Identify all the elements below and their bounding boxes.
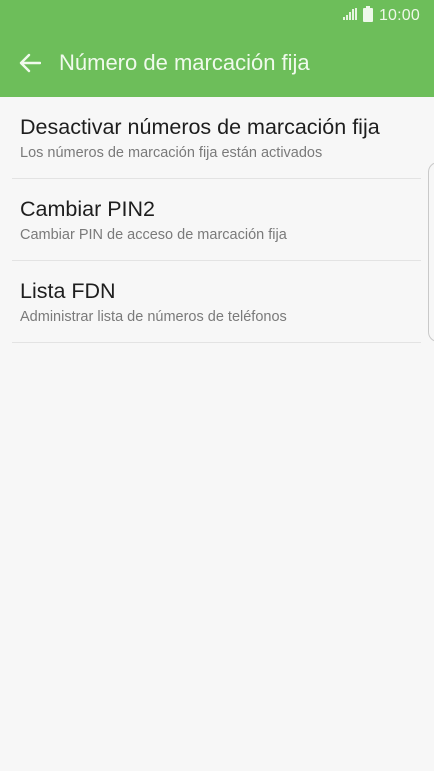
screen: 10:00 Número de marcación fija Desactiva… [0,0,434,771]
toolbar: Número de marcación fija [0,32,434,97]
signal-icon [342,7,357,25]
list-item-change-pin2[interactable]: Cambiar PIN2 Cambiar PIN de acceso de ma… [0,179,434,261]
list-item-title: Lista FDN [20,279,116,303]
list-item-subtitle: Cambiar PIN de acceso de marcación fija [20,227,287,243]
battery-icon [362,5,373,27]
divider [12,342,421,343]
list-item-disable-fdn[interactable]: Desactivar números de marcación fija Los… [0,97,434,179]
list-item-title: Cambiar PIN2 [20,197,156,221]
edge-panel-handle[interactable] [428,162,434,342]
arrow-left-icon [19,53,42,78]
app-bar: 10:00 Número de marcación fija [0,0,434,97]
status-time: 10:00 [378,7,420,24]
status-icons: 10:00 [342,5,420,27]
status-bar: 10:00 [0,0,434,32]
list-item-subtitle: Administrar lista de números de teléfono… [20,309,287,325]
list-item-fdn-list[interactable]: Lista FDN Administrar lista de números d… [0,261,434,343]
list-item-title: Desactivar números de marcación fija [20,115,380,139]
back-button[interactable] [12,47,48,83]
list-item-subtitle: Los números de marcación fija están acti… [20,145,323,161]
page-title: Número de marcación fija [59,50,310,75]
settings-list: Desactivar números de marcación fija Los… [0,97,434,343]
